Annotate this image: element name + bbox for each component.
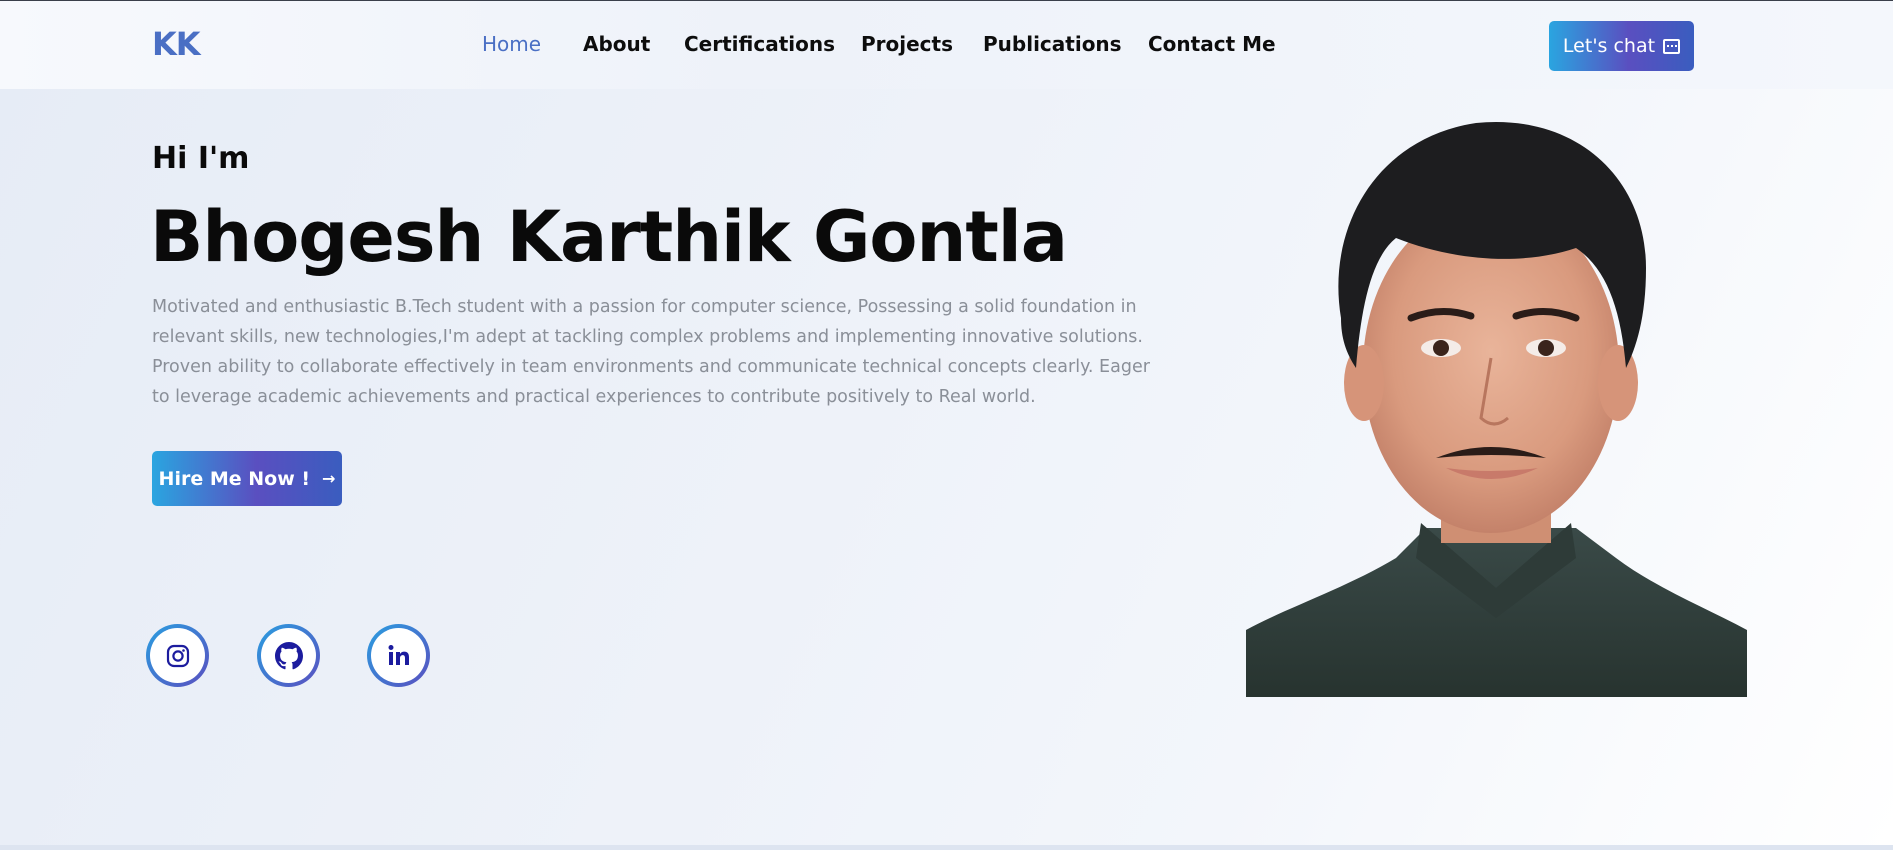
- linkedin-icon: [388, 644, 409, 665]
- profile-photo: [1246, 121, 1747, 697]
- nav-certifications[interactable]: Certifications: [684, 32, 835, 56]
- section-divider: [0, 845, 1893, 850]
- nav-home[interactable]: Home: [482, 32, 541, 56]
- github-icon: [274, 641, 303, 669]
- nav-contact-me[interactable]: Contact Me: [1148, 32, 1276, 56]
- hero-greeting: Hi I'm: [152, 141, 250, 176]
- site-header: KK Home About Certifications Projects Pu…: [0, 1, 1893, 89]
- instagram-link[interactable]: [146, 624, 209, 687]
- instagram-icon: [166, 644, 189, 667]
- hire-me-button[interactable]: Hire Me Now ! →: [152, 451, 342, 506]
- nav-projects[interactable]: Projects: [861, 32, 953, 56]
- lets-chat-label: Let's chat: [1562, 35, 1656, 57]
- nav-publications[interactable]: Publications: [983, 32, 1122, 56]
- github-link[interactable]: [257, 624, 320, 687]
- lets-chat-button[interactable]: Let's chat: [1549, 21, 1694, 71]
- arrow-right-icon: →: [322, 469, 336, 488]
- linkedin-link[interactable]: [367, 624, 430, 687]
- hire-me-label: Hire Me Now !: [158, 467, 311, 490]
- hero-name: Bhogesh Karthik Gontla: [150, 196, 1068, 278]
- nav-about[interactable]: About: [583, 32, 650, 56]
- hero-bio: Motivated and enthusiastic B.Tech studen…: [152, 297, 1150, 407]
- chat-bubble-icon: [1663, 38, 1681, 54]
